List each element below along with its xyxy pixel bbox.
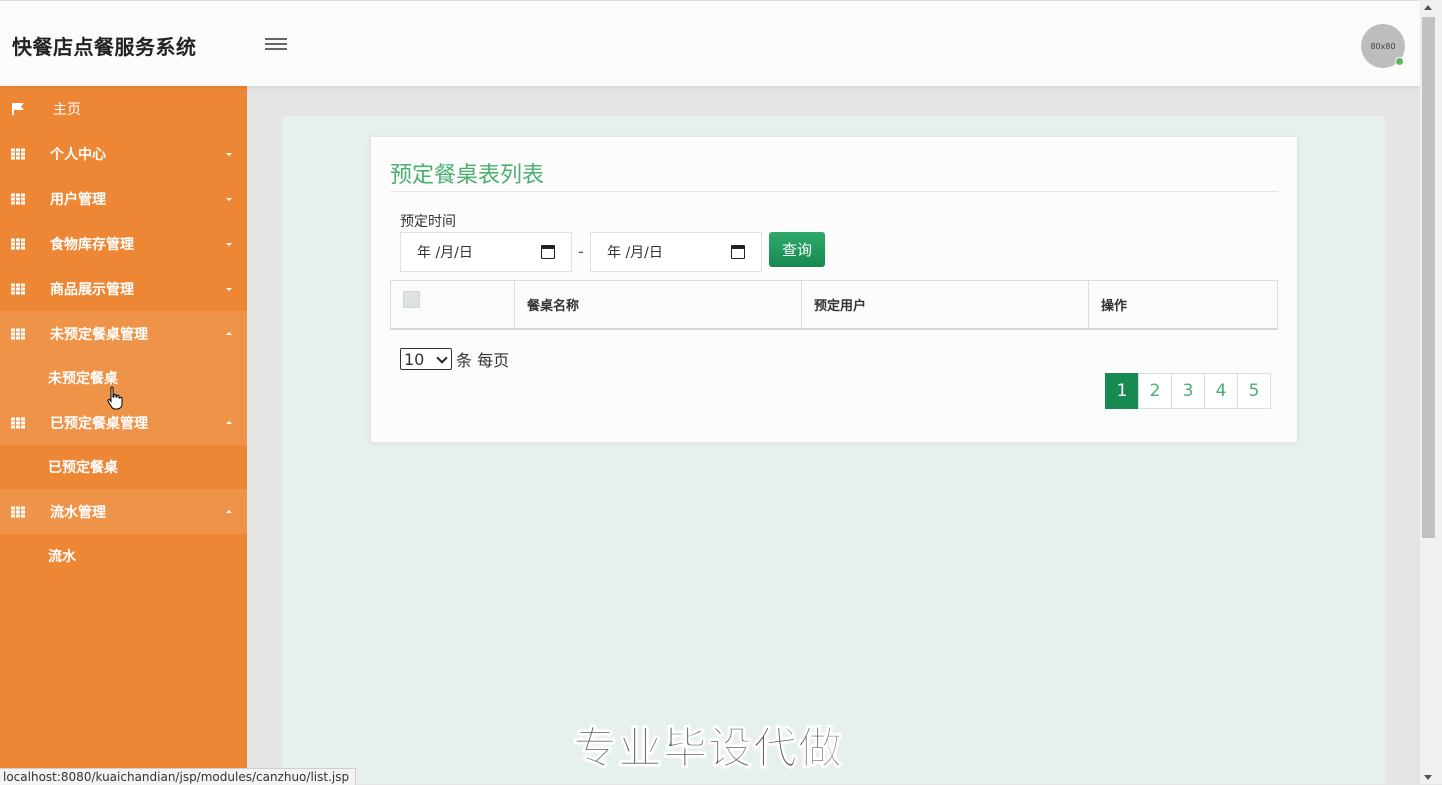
sidebar-item-label: 已预定餐桌管理 (50, 415, 148, 432)
sidebar-item-label: 主页 (53, 101, 81, 118)
app-title: 快餐店点餐服务系统 (12, 35, 197, 59)
page-button-4[interactable]: 4 (1204, 373, 1238, 409)
sidebar-subitem-cashflow[interactable]: 流水 (0, 534, 247, 578)
page-title: 预定餐桌表列表 (390, 163, 545, 188)
page-size-select[interactable]: 10 (400, 348, 452, 370)
page-button-2[interactable]: 2 (1138, 373, 1172, 409)
page-size-value: 10 (404, 349, 425, 369)
title-divider (390, 191, 1278, 192)
caret-down-icon (226, 152, 232, 156)
caret-down-icon (226, 242, 232, 246)
grid-icon (11, 193, 25, 204)
select-all-checkbox[interactable] (403, 291, 420, 308)
calendar-icon[interactable] (541, 245, 555, 259)
caret-up-icon (226, 509, 232, 513)
grid-icon (11, 506, 25, 517)
scroll-down-arrow-icon[interactable] (1424, 775, 1432, 780)
sidebar-item-unreserved-tables[interactable]: 未预定餐桌管理 (0, 311, 247, 356)
sidebar-item-label: 流水管理 (50, 504, 106, 521)
sidebar-item-user-management[interactable]: 用户管理 (0, 176, 247, 221)
sidebar-item-label: 用户管理 (50, 191, 106, 208)
grid-icon (11, 417, 25, 428)
sidebar-item-personal-center[interactable]: 个人中心 (0, 131, 247, 176)
sidebar-item-cashflow[interactable]: 流水管理 (0, 489, 247, 534)
sidebar: 主页 个人中心 用户管理 食物库存管理 商品展示管理 未预定餐桌管理 未预定餐桌… (0, 86, 247, 784)
column-table-name[interactable]: 餐桌名称 (515, 281, 802, 328)
sidebar-item-food-inventory[interactable]: 食物库存管理 (0, 221, 247, 266)
caret-down-icon (226, 287, 232, 291)
pagination: 1 2 3 4 5 (1105, 373, 1271, 409)
chevron-down-icon (436, 352, 448, 364)
date-placeholder: 年 /月/日 (417, 245, 473, 261)
sidebar-item-label: 商品展示管理 (50, 281, 134, 298)
vertical-scrollbar[interactable] (1420, 0, 1442, 784)
page-button-5[interactable]: 5 (1237, 373, 1271, 409)
hamburger-menu-icon[interactable] (265, 35, 287, 53)
sidebar-item-label: 个人中心 (50, 146, 106, 163)
grid-icon (11, 283, 25, 294)
top-header: 快餐店点餐服务系统 80x80 (0, 0, 1420, 86)
caret-up-icon (226, 331, 232, 335)
page-button-1[interactable]: 1 (1105, 373, 1139, 409)
scrollbar-thumb[interactable] (1422, 17, 1435, 538)
date-range-separator: - (578, 242, 584, 261)
sidebar-subitem-reserved-table[interactable]: 已预定餐桌 (0, 445, 247, 489)
hand-cursor-icon (107, 386, 123, 410)
grid-icon (11, 238, 25, 249)
sidebar-item-home[interactable]: 主页 (0, 86, 247, 131)
column-select-all (391, 281, 515, 328)
caret-down-icon (226, 197, 232, 201)
date-placeholder: 年 /月/日 (607, 245, 663, 261)
flag-icon (12, 102, 24, 115)
calendar-icon[interactable] (731, 245, 745, 259)
avatar-placeholder-text: 80x80 (1370, 41, 1396, 51)
query-button[interactable]: 查询 (769, 232, 825, 267)
user-avatar[interactable]: 80x80 (1361, 24, 1405, 68)
page-size-control: 10 条 每页 (400, 347, 509, 371)
start-date-input[interactable]: 年 /月/日 (400, 232, 572, 272)
page-button-3[interactable]: 3 (1171, 373, 1205, 409)
sidebar-item-label: 未预定餐桌管理 (50, 326, 148, 343)
watermark-text: 专业毕设代做 (573, 723, 843, 775)
caret-up-icon (226, 420, 232, 424)
reserve-time-label: 预定时间 (400, 214, 456, 230)
sidebar-item-product-display[interactable]: 商品展示管理 (0, 266, 247, 311)
online-status-dot (1395, 57, 1404, 66)
column-actions: 操作 (1101, 299, 1128, 314)
column-reserved-user[interactable]: 预定用户 (802, 281, 1089, 328)
grid-icon (11, 148, 25, 159)
page-size-suffix: 条 每页 (456, 351, 510, 370)
grid-icon (11, 328, 25, 339)
status-bar-url: localhost:8080/kuaichandian/jsp/modules/… (0, 768, 357, 785)
sidebar-item-label: 食物库存管理 (50, 236, 134, 253)
end-date-input[interactable]: 年 /月/日 (590, 232, 762, 272)
scroll-up-arrow-icon[interactable] (1424, 5, 1432, 10)
list-card: 预定餐桌表列表 预定时间 年 /月/日 - 年 /月/日 查询 餐桌名称 预定用… (370, 136, 1298, 443)
table-header: 餐桌名称 预定用户 操作 (390, 280, 1278, 330)
